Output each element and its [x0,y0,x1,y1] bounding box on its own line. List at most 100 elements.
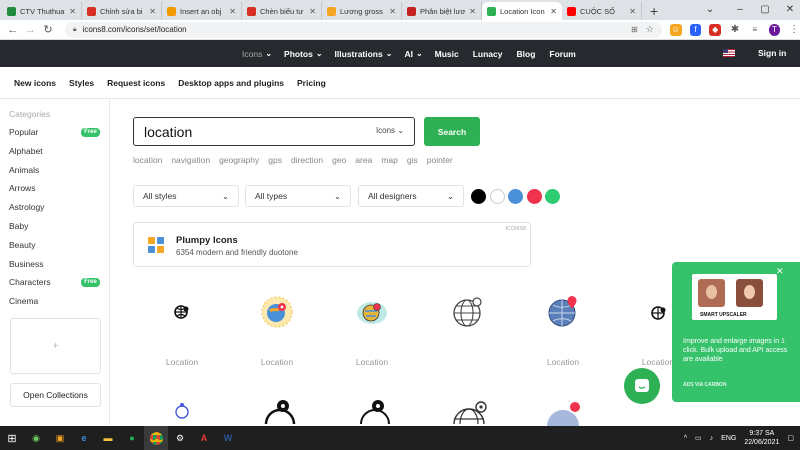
store-icon[interactable]: ▣ [48,426,72,450]
profile-avatar[interactable]: T [768,23,781,36]
category-link[interactable]: Alphabet [9,146,43,156]
category-link[interactable]: Business [9,259,44,269]
subnav-link[interactable]: Styles [69,78,94,88]
windows-start-icon[interactable]: ⊞ [0,426,24,450]
nav-item-photos[interactable]: Photos [284,49,313,59]
nav-item-illustrations[interactable]: Illustrations [335,49,383,59]
browser-tab[interactable]: Insert an obj ✕ [162,2,242,20]
show-hidden-icons-icon[interactable]: ^ [684,435,687,442]
color-swatch[interactable] [471,189,486,204]
close-icon[interactable]: ✕ [776,266,784,277]
nav-item-blog[interactable]: Blog [517,49,536,59]
color-swatch[interactable] [489,189,505,204]
bookmark-star-icon[interactable]: ☆ [646,24,654,35]
browser-tab[interactable]: Location Icon ✕ [482,2,562,20]
close-tab-icon[interactable]: ✕ [69,7,76,16]
reading-list-icon[interactable]: ≡ [749,24,761,36]
back-icon[interactable]: ← [4,24,22,36]
related-tag[interactable]: location [133,155,162,165]
close-tab-icon[interactable]: ✕ [389,7,396,16]
reload-icon[interactable]: ↻ [39,23,57,36]
url-field[interactable]: 🔒︎ icons8.com/icons/set/location ⊞ ☆ [64,21,662,38]
color-swatch[interactable] [508,189,523,204]
related-tag[interactable]: gis [407,155,418,165]
add-collection-button[interactable]: + [10,318,101,374]
browser-menu-icon[interactable]: ⋮ [788,24,800,36]
category-link[interactable]: Astrology [9,202,44,212]
related-tag[interactable]: geo [332,155,346,165]
forward-icon[interactable]: → [22,24,40,36]
category-link[interactable]: Arrows [9,183,35,193]
extensions-puzzle-icon[interactable]: ✱ [729,24,741,36]
close-tab-icon[interactable]: ✕ [550,7,557,16]
word-icon[interactable]: W [216,426,240,450]
browser-tab[interactable]: CTV Thuthuat ✕ [2,2,82,20]
nav-item-lunacy[interactable]: Lunacy [473,49,503,59]
us-flag-icon[interactable] [723,49,735,57]
open-collections-button[interactable]: Open Collections [10,383,101,407]
category-link[interactable]: Animals [9,165,39,175]
acrobat-icon[interactable]: A [192,426,216,450]
spotify-icon[interactable]: ● [120,426,144,450]
browser-tab[interactable]: Chỉnh sửa bi ✕ [82,2,162,20]
related-tag[interactable]: gps [268,155,282,165]
close-tab-icon[interactable]: ✕ [229,7,236,16]
related-tag[interactable]: direction [291,155,323,165]
new-tab-button[interactable]: + [642,2,666,20]
subnav-link[interactable]: Request icons [107,78,165,88]
color-swatch[interactable] [526,189,542,204]
clock[interactable]: 9:37 SA 22/06/2021 [744,429,779,447]
subnav-link[interactable]: Desktop apps and plugins [178,78,284,88]
subnav-link[interactable]: Pricing [297,78,326,88]
nav-item-forum[interactable]: Forum [549,49,575,59]
ad-panel[interactable]: ✕ SMART UPSCALER Improve and enlarge ima… [672,262,800,402]
plumpy-promo-card[interactable]: Plumpy Icons 6354 modern and friendly du… [133,222,531,267]
close-tab-icon[interactable]: ✕ [469,7,476,16]
volume-icon[interactable]: ♪ [710,435,714,442]
related-tag[interactable]: navigation [171,155,210,165]
icon-result[interactable] [438,280,498,350]
subnav-link[interactable]: New icons [14,78,56,88]
icon-result[interactable] [152,280,212,350]
related-tag[interactable]: pointer [427,155,453,165]
browser-tab[interactable]: Chèn biểu tư ✕ [242,2,322,20]
designer-filter[interactable]: All designers ⌄ [358,185,464,207]
sign-in-link[interactable]: Sign in [758,48,786,58]
category-link[interactable]: Baby [9,221,28,231]
nav-item-music[interactable]: Music [435,49,459,59]
category-link[interactable]: Cinema [9,296,38,306]
language-indicator[interactable]: ENG [721,435,736,442]
tab-search-icon[interactable]: ⌄ [695,0,725,20]
color-swatch[interactable] [545,189,560,204]
folder-icon[interactable]: ▬ [96,426,120,450]
translate-icon[interactable]: ⊞ [631,25,638,34]
search-type-select[interactable]: Icons ⌄ [376,126,404,135]
browser-tab[interactable]: Lương gross ✕ [322,2,402,20]
close-tab-icon[interactable]: ✕ [309,7,316,16]
related-tag[interactable]: area [355,155,372,165]
icon-result[interactable] [342,280,402,350]
extension-icon[interactable]: ☺ [669,23,682,36]
related-tag[interactable]: geography [219,155,259,165]
style-filter[interactable]: All styles ⌄ [133,185,239,207]
search-input[interactable] [144,123,364,140]
close-tab-icon[interactable]: ✕ [629,7,636,16]
category-link[interactable]: Characters [9,277,51,287]
chrome-icon[interactable] [144,426,168,450]
related-tag[interactable]: map [381,155,398,165]
icon-result[interactable] [533,280,593,350]
nav-item-icons[interactable]: Icons [242,49,262,59]
search-button[interactable]: Search [424,117,480,146]
app-icon[interactable]: ◉ [24,426,48,450]
category-link[interactable]: Beauty [9,240,35,250]
browser-tab[interactable]: Phân biệt lươ ✕ [402,2,482,20]
network-icon[interactable]: ▭ [695,434,702,442]
extension-icon[interactable]: ◆ [709,23,722,36]
type-filter[interactable]: All types ⌄ [245,185,351,207]
settings-gear-icon[interactable]: ⚙ [168,426,192,450]
close-window-button[interactable]: ✕ [775,0,800,20]
extension-icon[interactable]: f [689,23,702,36]
nav-item-ai[interactable]: AI [404,49,413,59]
icon-result[interactable] [247,280,307,350]
browser-tab[interactable]: CUỘC SỐ ✕ [562,2,642,20]
